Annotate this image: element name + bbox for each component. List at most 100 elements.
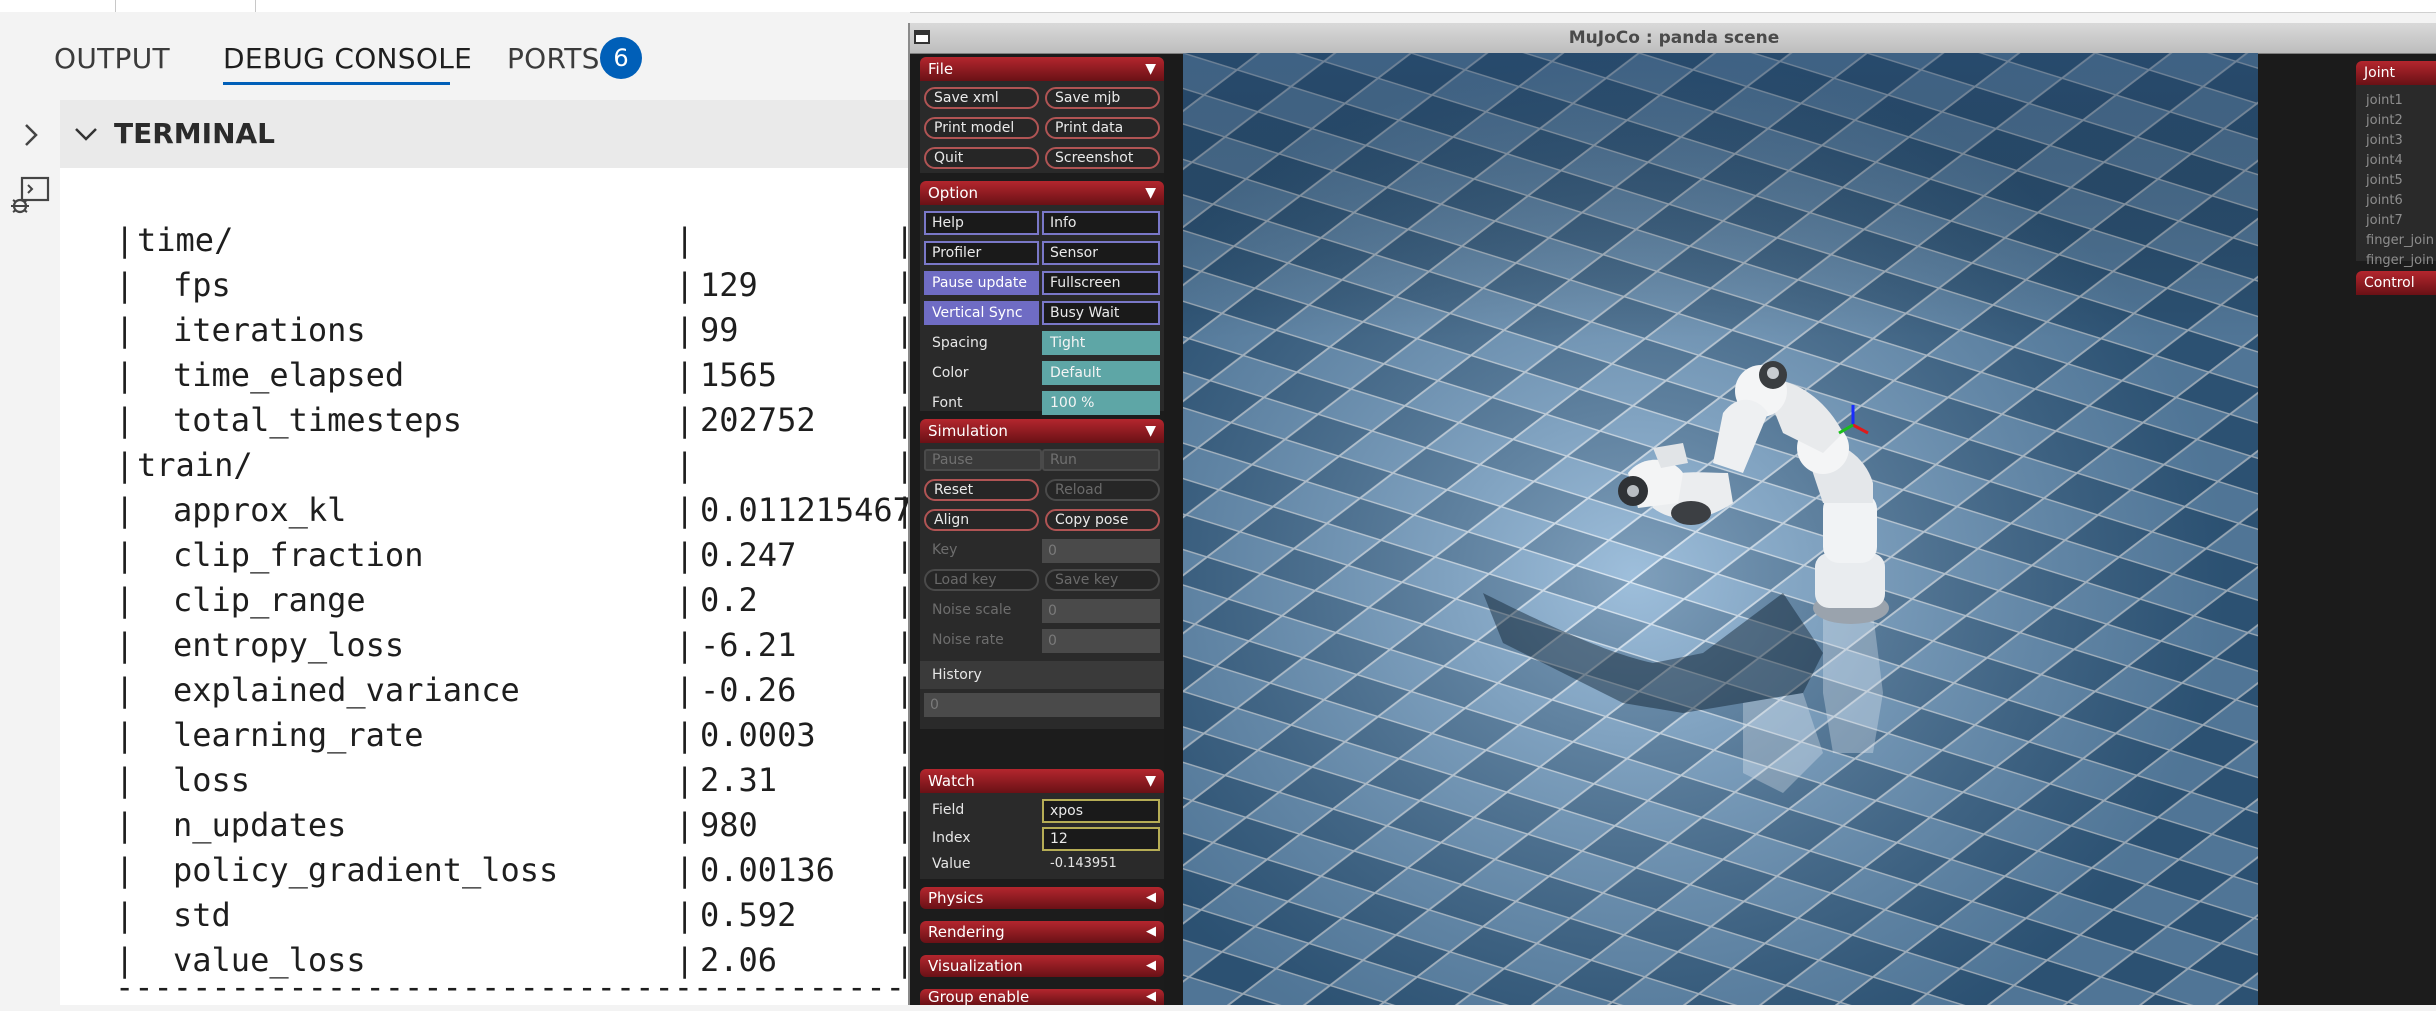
metric-value: 202752 [700,401,816,439]
table-border: | [675,626,695,664]
table-border: | [115,356,135,394]
joint-slider-finger-2[interactable]: finger_join [2366,253,2434,268]
reset-button[interactable]: Reset [924,479,1039,501]
tab-output[interactable]: OUTPUT [54,42,170,75]
pause-button[interactable]: Pause [924,449,1042,471]
metric-value: 1565 [700,356,778,394]
table-border: | [115,581,135,619]
section-rendering-header[interactable]: Rendering ◀ [920,921,1164,943]
section-file-header[interactable]: File ▼ [920,57,1164,81]
joint-section-header[interactable]: Joint [2356,61,2436,85]
section-visualization-header[interactable]: Visualization ◀ [920,955,1164,977]
noise-scale-slider[interactable]: 0 [1042,599,1160,623]
spacing-label: Spacing [932,335,988,351]
joint-slider-5[interactable]: joint5 [2366,173,2403,188]
section-watch-body: Field xpos Index 12 Value -0.143951 [920,793,1164,879]
table-border: | [115,761,135,799]
metric-name: iterations [173,311,366,349]
metric-name: total_timesteps [173,401,462,439]
scene-render[interactable] [1183,53,2258,1005]
debug-console-icon[interactable] [8,174,54,220]
joint-slider-7[interactable]: joint7 [2366,213,2403,228]
metric-value: 0.592 [700,896,797,934]
triangle-left-icon: ◀ [1146,924,1156,939]
watch-index-label: Index [932,830,971,846]
fullscreen-checkbox[interactable]: Fullscreen [1042,271,1160,295]
table-border: | [675,401,695,439]
load-key-button[interactable]: Load key [924,569,1039,591]
metric-value: 2.31 [700,761,778,799]
color-label: Color [932,365,969,381]
key-label: Key [932,542,958,558]
font-label: Font [932,395,963,411]
save-key-button[interactable]: Save key [1045,569,1160,591]
table-border: | [675,311,695,349]
joint-slider-2[interactable]: joint2 [2366,113,2403,128]
table-border: | [115,221,135,259]
metric-value: 99 [700,311,739,349]
joint-slider-finger-1[interactable]: finger_join [2366,233,2434,248]
tab-ports[interactable]: PORTS [507,42,600,75]
section-watch-header[interactable]: Watch ▼ [920,769,1164,793]
joint-slider-6[interactable]: joint6 [2366,193,2403,208]
table-border: | [115,536,135,574]
save-mjb-button[interactable]: Save mjb [1045,87,1160,109]
top-strip-divider [115,0,116,12]
metric-name: clip_range [173,581,366,619]
info-checkbox[interactable]: Info [1042,211,1160,235]
key-slider[interactable]: 0 [1042,539,1160,563]
chevron-right-icon[interactable] [16,120,46,150]
mujoco-titlebar[interactable]: MuJoCo : panda scene [910,23,2436,54]
table-border: | [115,851,135,889]
triangle-down-icon: ▼ [1145,773,1156,789]
vertical-sync-checkbox[interactable]: Vertical Sync [924,301,1039,325]
section-option-body: Help Info Profiler Sensor Pause update F… [920,205,1164,415]
metric-value: 0.0003 [700,716,816,754]
table-border: | [115,401,135,439]
noise-rate-label: Noise rate [932,632,1004,648]
copy-pose-button[interactable]: Copy pose [1045,509,1160,531]
chevron-down-icon[interactable] [72,120,100,148]
pause-update-checkbox[interactable]: Pause update [924,271,1039,295]
watch-field-input[interactable]: xpos [1042,799,1160,823]
watch-index-input[interactable]: 12 [1042,827,1160,851]
history-slider[interactable]: 0 [924,693,1160,717]
table-border: | [115,671,135,709]
table-border: | [675,266,695,304]
tab-debug-console[interactable]: DEBUG CONSOLE [223,42,472,75]
quit-button[interactable]: Quit [924,147,1039,169]
joint-slider-1[interactable]: joint1 [2366,93,2403,108]
busy-wait-checkbox[interactable]: Busy Wait [1042,301,1160,325]
terminal-section-header[interactable]: TERMINAL [60,100,910,168]
spacing-select[interactable]: Tight [1042,331,1160,355]
run-button[interactable]: Run [1042,449,1160,471]
joint-slider-3[interactable]: joint3 [2366,133,2403,148]
section-option-label: Option [928,184,979,202]
triangle-left-icon: ◀ [1146,890,1156,905]
help-checkbox[interactable]: Help [924,211,1039,235]
joint-slider-4[interactable]: joint4 [2366,153,2403,168]
save-xml-button[interactable]: Save xml [924,87,1039,109]
section-physics-header[interactable]: Physics ◀ [920,887,1164,909]
control-section-header[interactable]: Control [2356,271,2436,295]
section-option-header[interactable]: Option ▼ [920,181,1164,205]
section-group-enable-header[interactable]: Group enable ◀ [920,988,1164,1006]
align-button[interactable]: Align [924,509,1039,531]
noise-rate-slider[interactable]: 0 [1042,629,1160,653]
terminal-output[interactable]: | time/| | | fps | 129 | | iterations | 99 | | time_el… [60,168,1001,1006]
metric-name: time/ [137,221,234,259]
reload-button[interactable]: Reload [1045,479,1160,501]
metric-value: 129 [700,266,758,304]
triangle-down-icon: ▼ [1145,423,1156,439]
screenshot-button[interactable]: Screenshot [1045,147,1160,169]
section-simulation-header[interactable]: Simulation ▼ [920,419,1164,443]
profiler-checkbox[interactable]: Profiler [924,241,1039,265]
print-data-button[interactable]: Print data [1045,117,1160,139]
table-border: | [115,266,135,304]
sensor-checkbox[interactable]: Sensor [1042,241,1160,265]
font-select[interactable]: 100 % [1042,391,1160,415]
3d-scene-viewport[interactable] [1183,53,2258,1005]
metric-value: -6.21 [700,626,797,664]
color-select[interactable]: Default [1042,361,1160,385]
print-model-button[interactable]: Print model [924,117,1039,139]
